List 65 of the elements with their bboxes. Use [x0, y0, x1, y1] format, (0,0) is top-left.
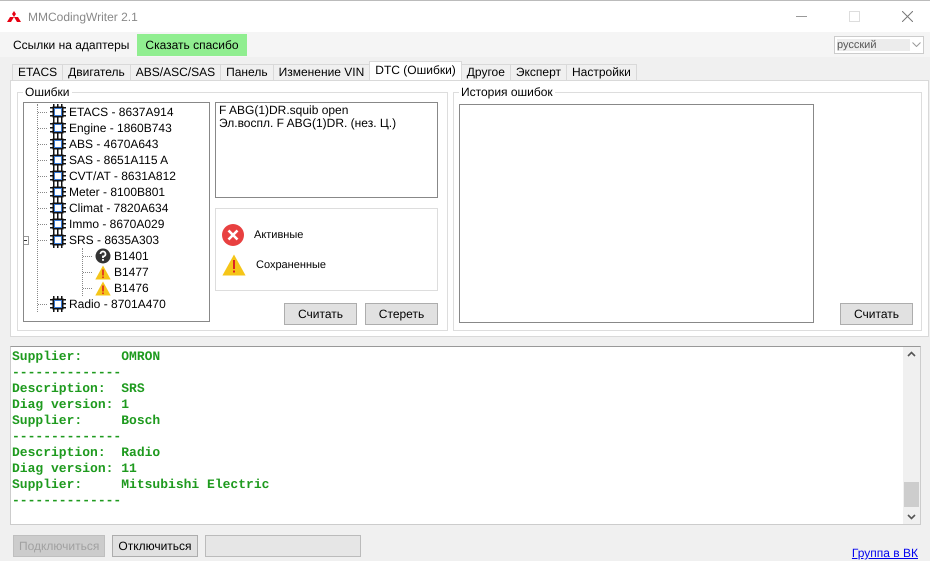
chip-icon	[50, 152, 66, 168]
tab[interactable]: Другое	[460, 64, 511, 80]
scrollbar[interactable]	[903, 347, 920, 524]
dtc-description: F ABG(1)DR.squib open	[219, 104, 350, 117]
chip-icon	[50, 216, 66, 232]
module-item[interactable]: SAS - 8651A115 A	[69, 153, 168, 167]
read-button[interactable]: Считать	[840, 303, 913, 325]
log-line: Diag version: 11	[12, 461, 138, 477]
disconnect-button[interactable]: Отключиться	[112, 535, 198, 557]
warning-icon	[222, 254, 246, 276]
minimize-icon[interactable]	[796, 16, 806, 17]
warning-icon	[95, 264, 111, 280]
warning-icon	[95, 280, 111, 296]
tab[interactable]: Эксперт	[510, 64, 568, 80]
legend-label: Активные	[254, 228, 304, 241]
module-item[interactable]: Meter - 8100B801	[69, 185, 166, 199]
chip-icon	[50, 232, 66, 248]
scroll-thumb[interactable]	[904, 482, 919, 507]
chip-icon	[50, 136, 66, 152]
chip-icon	[50, 120, 66, 136]
menu-item[interactable]: Ссылки на адаптеры	[5, 34, 138, 56]
dtc-code[interactable]: B1476	[114, 281, 149, 295]
chip-icon	[50, 296, 66, 312]
group-title: Ошибки	[24, 85, 70, 99]
log-line: Supplier: Bosch	[12, 413, 162, 429]
module-item[interactable]: SRS - 8635A303	[69, 233, 160, 247]
vk-group-link[interactable]: Группа в ВК	[852, 546, 918, 560]
thanks-button[interactable]: Сказать спасибо	[137, 34, 247, 56]
module-item[interactable]: ABS - 4670A643	[69, 137, 158, 151]
log-line: Description: Radio	[12, 445, 162, 461]
clear-button[interactable]: Стереть	[365, 303, 438, 325]
window-title: MMCodingWriter 2.1	[28, 10, 139, 24]
dtc-description: Эл.воспл. F ABG(1)DR. (нез. Ц.)	[219, 117, 398, 130]
logo-icon	[7, 10, 21, 22]
language-dropdown[interactable]: русский	[834, 36, 924, 54]
question-icon	[95, 248, 111, 264]
log-line: --------------	[12, 429, 122, 445]
tab[interactable]: Настройки	[566, 64, 637, 80]
chip-icon	[50, 184, 66, 200]
log-line: --------------	[12, 365, 122, 381]
module-item[interactable]: Radio - 8701A470	[69, 297, 166, 311]
dtc-code[interactable]: B1401	[114, 249, 149, 263]
read-button[interactable]: Считать	[284, 303, 357, 325]
tab[interactable]: DTC (Ошибки)	[369, 61, 462, 80]
log-line: Supplier: Mitsubishi Electric	[12, 477, 270, 493]
dtc-code[interactable]: B1477	[114, 265, 149, 279]
log-line: Description: SRS	[12, 381, 146, 397]
chip-icon	[50, 104, 66, 120]
tab[interactable]: ETACS	[12, 64, 64, 80]
caret-icon[interactable]	[912, 42, 921, 47]
log-line: Supplier: OMRON	[12, 349, 162, 365]
chip-icon	[50, 200, 66, 216]
tab[interactable]: Двигатель	[62, 64, 131, 80]
chip-icon	[50, 168, 66, 184]
log-line: Diag version: 1	[12, 397, 130, 413]
group-title: История ошибок	[460, 85, 554, 99]
module-item[interactable]: Immo - 8670A029	[69, 217, 164, 231]
module-item[interactable]: ETACS - 8637A914	[69, 105, 174, 119]
log-line: --------------	[12, 493, 122, 509]
module-item[interactable]: CVT/AT - 8631A812	[69, 169, 176, 183]
module-item[interactable]: Engine - 1860B743	[69, 121, 172, 135]
error-icon	[222, 224, 244, 246]
close-icon[interactable]	[902, 11, 912, 22]
module-item[interactable]: Climat - 7820A634	[69, 201, 168, 215]
legend-label: Сохраненные	[256, 258, 326, 271]
